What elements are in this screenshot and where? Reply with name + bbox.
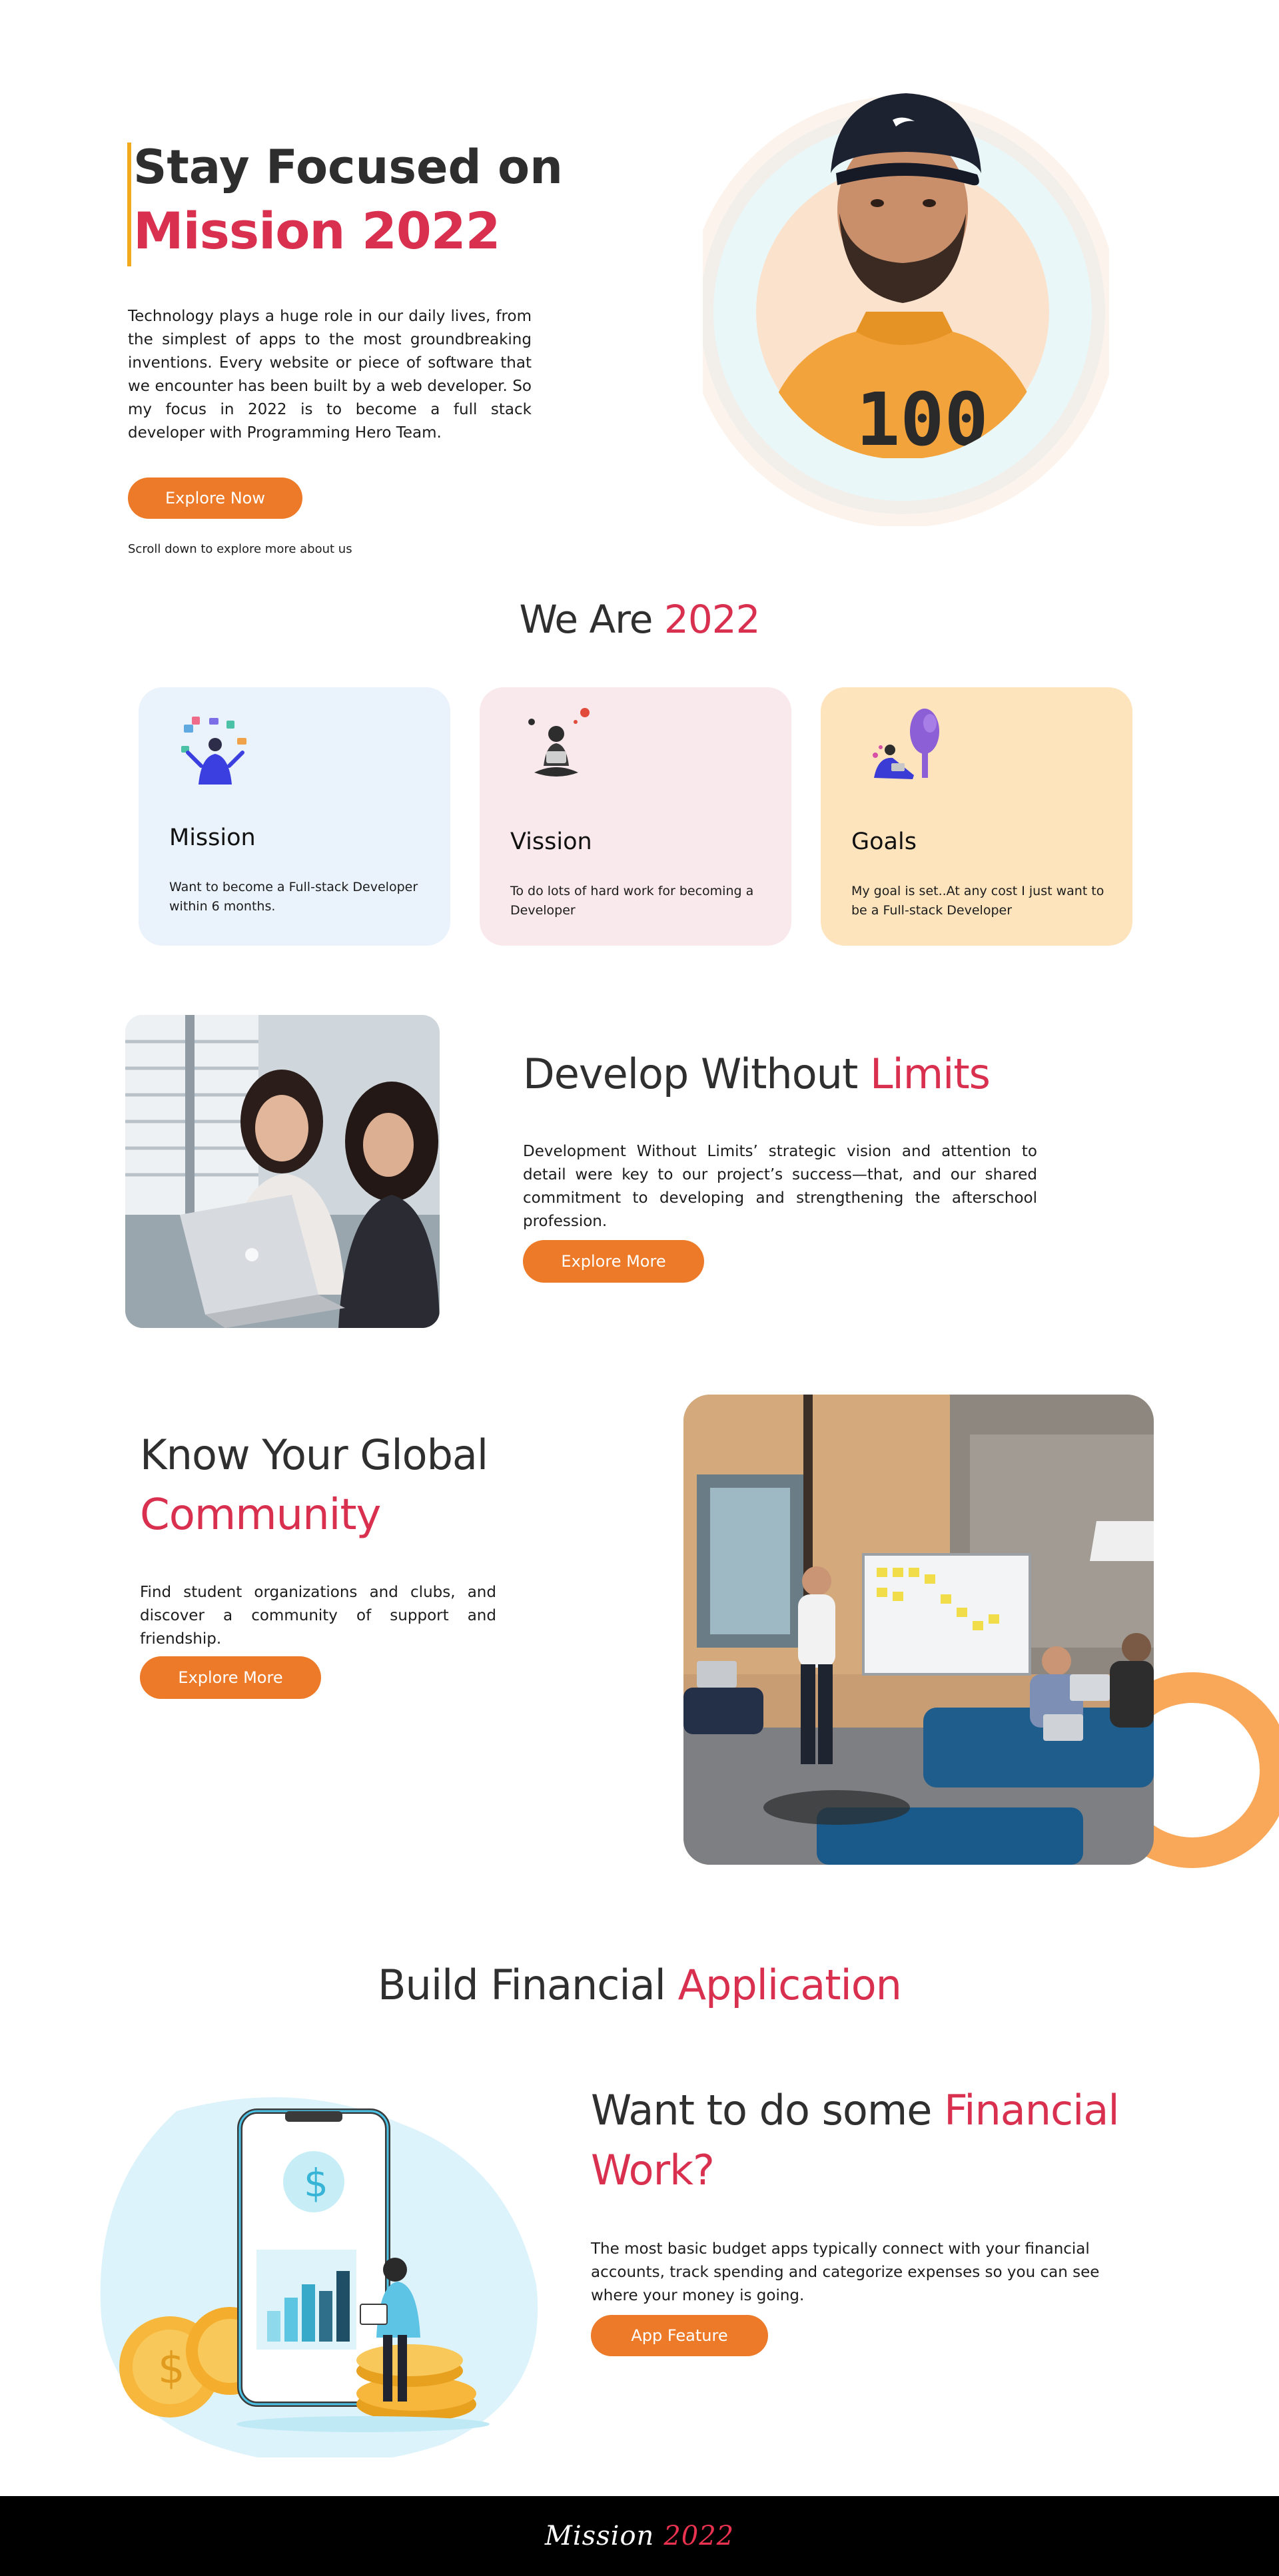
vision-card-title: Vission [510, 828, 592, 855]
footer-logo-word: Mission [544, 2521, 655, 2551]
hero-title-highlight: Mission 2022 [133, 201, 501, 260]
finance-app-illustration: $ $ [100, 2097, 538, 2457]
develop-title: Develop Without Limits [523, 1050, 991, 1098]
community-title: Know Your Global [140, 1431, 488, 1479]
app-feature-button[interactable]: App Feature [591, 2315, 768, 2356]
person-under-tree-icon [873, 709, 939, 779]
footer: Mission 2022 [0, 2496, 1279, 2576]
finance-title-prefix: Want to do some [591, 2086, 932, 2134]
hero-title: Stay Focused on [133, 140, 563, 194]
team-meeting-photo [683, 1395, 1154, 1865]
community-title-highlight: Community [140, 1490, 381, 1540]
finance-title-accent: Financial [944, 2086, 1119, 2134]
finance-description: The most basic budget apps typically con… [591, 2240, 1100, 2304]
finance-section-heading: Build Financial Application [0, 1961, 1279, 2009]
juggling-person-icon [181, 717, 246, 785]
community-explore-more-button[interactable]: Explore More [140, 1656, 321, 1699]
vision-card-text: To do lots of hard work for becoming a D… [510, 884, 754, 918]
mission-card: Mission Want to become a Full-stack Deve… [139, 687, 450, 946]
phone-dollar-icon: $ [304, 2160, 328, 2206]
we-are-heading-prefix: We Are [519, 597, 653, 642]
goals-card-text: My goal is set..At any cost I just want … [851, 884, 1104, 918]
scroll-hint: Scroll down to explore more about us [128, 542, 352, 556]
develop-title-prefix: Develop Without [523, 1050, 858, 1098]
goals-card-title: Goals [851, 828, 917, 855]
finance-title: Want to do some Financial [591, 2086, 1120, 2134]
finance-title-line2: Work? [591, 2146, 715, 2194]
we-are-heading: We Are 2022 [0, 597, 1279, 642]
footer-logo-year: 2022 [663, 2521, 735, 2551]
develop-description: Development Without Limits’ strategic vi… [523, 1143, 1037, 1230]
goals-card: Goals My goal is set..At any cost I just… [821, 687, 1132, 946]
vision-card: Vission To do lots of hard work for beco… [480, 687, 791, 946]
explore-now-button[interactable]: Explore Now [128, 478, 302, 519]
mission-card-title: Mission [169, 824, 256, 851]
meditating-person-icon [528, 708, 590, 777]
develop-title-accent: Limits [869, 1050, 991, 1098]
hero-portrait: 100 [703, 93, 1109, 526]
finance-heading-accent: Application [677, 1961, 902, 2009]
hero-accent-bar [127, 143, 131, 266]
students-laptop-photo [125, 1015, 440, 1328]
finance-heading-prefix: Build Financial [378, 1961, 666, 2009]
mission-card-text: Want to become a Full-stack Developer wi… [169, 880, 418, 914]
community-description: Find student organizations and clubs, an… [140, 1584, 496, 1648]
develop-explore-more-button[interactable]: Explore More [523, 1240, 704, 1283]
coin-dollar-icon: $ [158, 2344, 185, 2394]
we-are-heading-accent: 2022 [663, 597, 761, 642]
footer-logo[interactable]: Mission 2022 [0, 2496, 1279, 2576]
hero-description: Technology plays a huge role in our dail… [128, 308, 532, 442]
